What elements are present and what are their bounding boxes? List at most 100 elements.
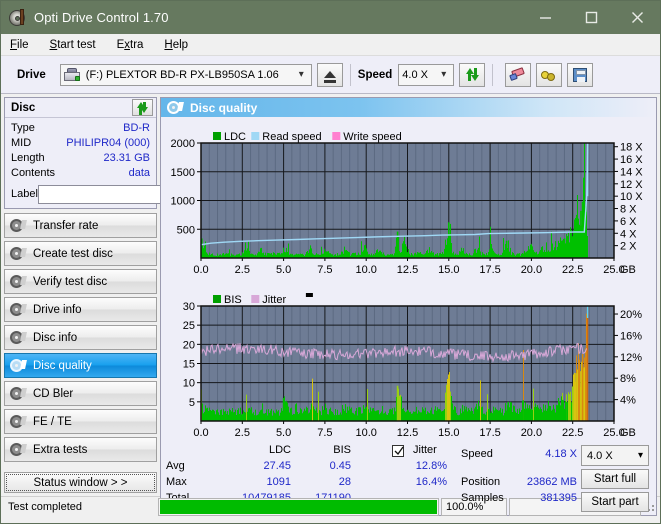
stats-speed-key: Speed [461, 448, 493, 460]
svg-text:LDC: LDC [224, 131, 246, 143]
stats-row-max-key: Max [166, 476, 187, 488]
svg-text:8 X: 8 X [620, 204, 637, 216]
erase-button[interactable] [505, 62, 532, 87]
disc-row-value: 23.31 GB [103, 152, 150, 164]
svg-text:GB: GB [620, 264, 636, 276]
svg-text:17.5: 17.5 [479, 427, 500, 439]
minimize-icon[interactable] [522, 1, 568, 34]
menu-file[interactable]: File [10, 37, 39, 53]
start-part-button[interactable]: Start part [581, 492, 649, 512]
stats-max-ldc: 1091 [266, 476, 291, 488]
svg-text:2.5: 2.5 [235, 264, 250, 276]
start-full-button[interactable]: Start full [581, 469, 649, 489]
svg-text:BIS: BIS [224, 294, 242, 306]
jitter-checkbox[interactable] [392, 445, 404, 457]
svg-text:Write speed: Write speed [343, 131, 402, 143]
disc-row-key: Contents [11, 167, 56, 179]
sidebar-item-drive-info[interactable]: Drive info [4, 297, 157, 322]
chevron-down-icon: ▾ [298, 69, 304, 80]
resize-grip-icon[interactable] [643, 500, 657, 514]
stats-position-value: 23862 MB [526, 476, 577, 488]
sidebar-item-label: Disc quality [33, 359, 92, 372]
menu-help[interactable]: Help [164, 37, 198, 53]
status-window-button[interactable]: Status window > > [4, 472, 157, 493]
drive-select[interactable]: (F:) PLEXTOR BD-R PX-LB950SA 1.06 ▾ [59, 63, 312, 86]
disc-info-rows: Type BD-R MID PHILIPR04 (000) Length 23.… [5, 118, 241, 208]
sidebar-item-cd-bler[interactable]: CD Bler [4, 381, 157, 406]
svg-text:16%: 16% [620, 330, 642, 342]
maximize-icon[interactable] [568, 1, 614, 34]
svg-text:2.5: 2.5 [235, 427, 250, 439]
svg-text:500: 500 [177, 224, 195, 236]
svg-text:12 X: 12 X [620, 179, 643, 191]
svg-text:5.0: 5.0 [276, 427, 291, 439]
toolbar-divider-2 [492, 63, 494, 86]
svg-text:7.5: 7.5 [317, 427, 332, 439]
stats-max-jitter: 16.4% [415, 476, 447, 488]
sidebar-item-label: Verify test disc [33, 275, 108, 288]
menu-start-test[interactable]: Start test [50, 37, 106, 53]
svg-text:22.5: 22.5 [562, 264, 583, 276]
sidebar-item-extra-tests[interactable]: Extra tests [4, 437, 157, 462]
start-full-label: Start full [593, 473, 637, 485]
drive-select-value: (F:) PLEXTOR BD-R PX-LB950SA 1.06 [85, 68, 279, 81]
refresh-icon [465, 67, 480, 82]
close-icon[interactable] [614, 1, 660, 34]
svg-text:16 X: 16 X [620, 154, 643, 166]
glasses-icon [541, 68, 557, 82]
save-icon [573, 67, 588, 82]
sidebar-item-create-test-disc[interactable]: Create test disc [4, 241, 157, 266]
svg-text:12.5: 12.5 [397, 264, 418, 276]
svg-text:10.0: 10.0 [355, 427, 376, 439]
disc-panel-title: Disc [11, 101, 36, 114]
save-button[interactable] [567, 62, 594, 87]
svg-text:12.5: 12.5 [397, 427, 418, 439]
settings-button[interactable] [536, 62, 563, 87]
sidebar-item-fe-te[interactable]: FE / TE [4, 409, 157, 434]
title-bar: Opti Drive Control 1.70 [1, 1, 660, 34]
stats-max-bis: 28 [338, 476, 351, 488]
stats-position-key: Position [461, 476, 501, 488]
eject-button[interactable] [316, 62, 343, 87]
svg-text:25: 25 [183, 320, 195, 332]
stats-row-avg-key: Avg [166, 460, 185, 472]
start-part-label: Start part [591, 496, 639, 508]
main-area: Disc Type BD-R MID PHILIPR04 (000) Lengt… [1, 94, 660, 516]
sidebar-item-label: Extra tests [33, 443, 88, 456]
sidebar-item-verify-test-disc[interactable]: Verify test disc [4, 269, 157, 294]
sidebar-nav: Transfer rate Create test disc Verify te… [4, 213, 157, 462]
svg-text:20%: 20% [620, 309, 642, 321]
eraser-icon [509, 67, 526, 82]
test-speed-select[interactable]: 4.0 X ▾ [581, 445, 649, 466]
svg-text:5.0: 5.0 [276, 264, 291, 276]
disc-quality-panel: Disc quality LDC Read speed Write speed 500… [160, 97, 657, 516]
stats-samples-key: Samples [461, 492, 504, 504]
jitter-label: Jitter [413, 444, 437, 456]
svg-text:15: 15 [183, 359, 195, 371]
disc-label-row: Label [11, 184, 241, 204]
disc-refresh-button[interactable] [132, 99, 153, 116]
disc-row-key: Length [11, 152, 45, 164]
charts-container: LDC Read speed Write speed 500 1000 1500 2000 2… [161, 117, 656, 443]
svg-text:Read speed: Read speed [262, 131, 321, 143]
menu-extra[interactable]: Extra [117, 37, 154, 53]
sidebar-item-disc-info[interactable]: Disc info [4, 325, 157, 350]
svg-text:5: 5 [189, 397, 195, 409]
ldc-chart: LDC Read speed Write speed 500 1000 1500 2000 2… [161, 117, 656, 280]
disc-icon [10, 246, 27, 261]
disc-icon [10, 218, 27, 233]
refresh-button[interactable] [459, 62, 486, 87]
window-controls [522, 1, 660, 34]
disc-icon [10, 414, 27, 429]
svg-text:20.0: 20.0 [521, 264, 542, 276]
disc-icon [10, 386, 27, 401]
speed-select[interactable]: 4.0 X ▾ [398, 63, 455, 86]
menu-bar: File Start test Extra Help [1, 34, 660, 56]
svg-text:15.0: 15.0 [438, 427, 459, 439]
refresh-icon [136, 101, 149, 115]
drive-label: Drive [17, 68, 46, 81]
sidebar-item-transfer-rate[interactable]: Transfer rate [4, 213, 157, 238]
sidebar-item-disc-quality[interactable]: Disc quality [4, 353, 157, 378]
sidebar-item-label: Drive info [33, 303, 82, 316]
app-window: Opti Drive Control 1.70 File Start test … [0, 0, 661, 524]
